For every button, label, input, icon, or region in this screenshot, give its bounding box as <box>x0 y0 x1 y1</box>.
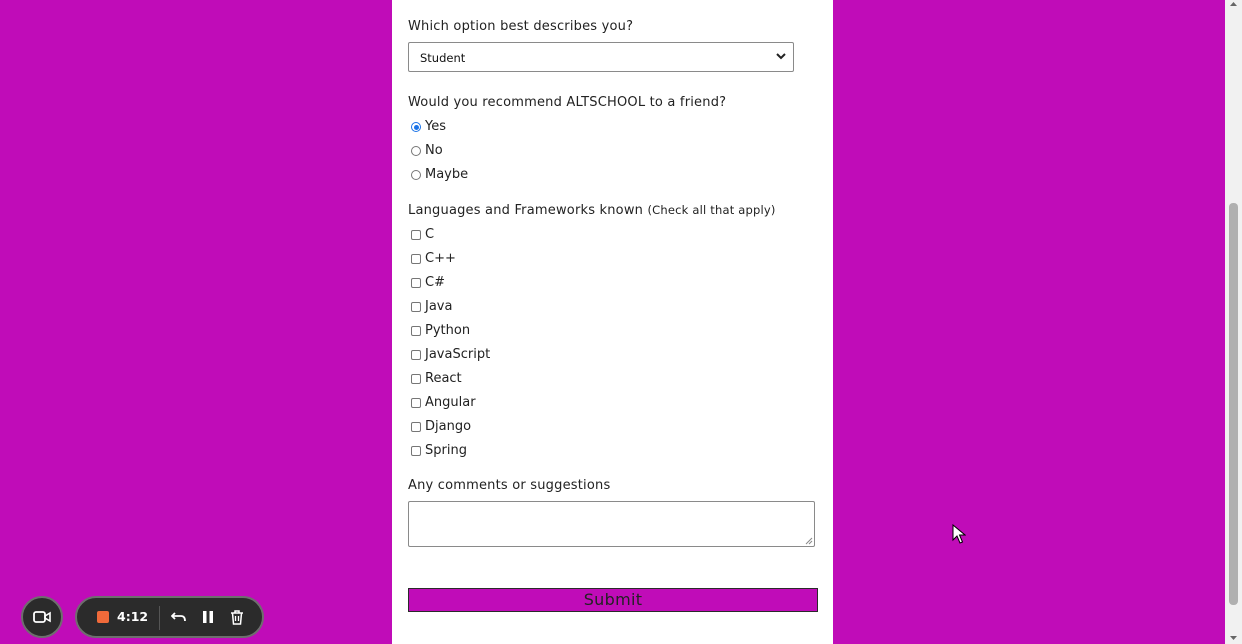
checkbox-label-javascript: JavaScript <box>425 347 491 362</box>
toolbar-divider <box>159 606 160 630</box>
mouse-cursor-icon <box>952 524 966 544</box>
describe-question-label: Which option best describes you? <box>408 19 634 34</box>
recommend-question-label: Would you recommend ALTSCHOOL to a frien… <box>408 95 727 110</box>
comments-textarea[interactable] <box>408 501 815 547</box>
languages-question-label: Languages and Frameworks known (Check al… <box>408 203 776 218</box>
checkbox-label-spring: Spring <box>425 443 467 458</box>
comments-label: Any comments or suggestions <box>408 478 611 493</box>
checkbox-csharp[interactable] <box>411 278 421 288</box>
resize-handle-icon[interactable] <box>805 537 813 545</box>
scroll-down-arrow-icon[interactable] <box>1229 634 1238 642</box>
describe-select-value: Student <box>420 51 466 65</box>
checkbox-angular[interactable] <box>411 398 421 408</box>
stop-icon[interactable] <box>97 611 109 623</box>
survey-form: Which option best describes you? Student… <box>392 0 833 644</box>
checkbox-django[interactable] <box>411 422 421 432</box>
checkbox-label-c: C <box>425 227 435 242</box>
camera-toggle-button[interactable] <box>21 596 63 638</box>
undo-icon[interactable] <box>171 609 187 625</box>
radio-label-maybe: Maybe <box>425 167 469 182</box>
recording-timer: 4:12 <box>117 609 149 624</box>
scrollbar-thumb[interactable] <box>1229 203 1238 605</box>
chevron-down-icon <box>776 53 786 60</box>
languages-hint: (Check all that apply) <box>647 203 776 217</box>
languages-label-text: Languages and Frameworks known <box>408 203 644 218</box>
checkbox-react[interactable] <box>411 374 421 384</box>
recording-toolbar: 4:12 <box>75 596 264 638</box>
checkbox-spring[interactable] <box>411 446 421 456</box>
describe-select[interactable]: Student <box>408 42 794 72</box>
checkbox-javascript[interactable] <box>411 350 421 360</box>
camera-icon <box>33 611 51 623</box>
checkbox-label-react: React <box>425 371 462 386</box>
checkbox-cpp[interactable] <box>411 254 421 264</box>
submit-button[interactable]: Submit <box>408 588 818 612</box>
checkbox-python[interactable] <box>411 326 421 336</box>
radio-label-no: No <box>425 143 443 158</box>
checkbox-label-python: Python <box>425 323 471 338</box>
checkbox-label-cpp: C++ <box>425 251 456 266</box>
pause-icon[interactable] <box>201 609 215 625</box>
radio-label-yes: Yes <box>425 119 446 134</box>
checkbox-label-django: Django <box>425 419 472 434</box>
checkbox-java[interactable] <box>411 302 421 312</box>
page-scrollbar[interactable] <box>1225 0 1242 644</box>
checkbox-label-java: Java <box>425 299 453 314</box>
checkbox-label-csharp: C# <box>425 275 445 290</box>
radio-button-no[interactable] <box>411 146 421 156</box>
checkbox-c[interactable] <box>411 230 421 240</box>
radio-button-yes[interactable] <box>411 122 421 132</box>
scroll-up-arrow-icon[interactable] <box>1229 0 1238 8</box>
trash-icon[interactable] <box>229 609 245 625</box>
checkbox-label-angular: Angular <box>425 395 476 410</box>
radio-button-maybe[interactable] <box>411 170 421 180</box>
